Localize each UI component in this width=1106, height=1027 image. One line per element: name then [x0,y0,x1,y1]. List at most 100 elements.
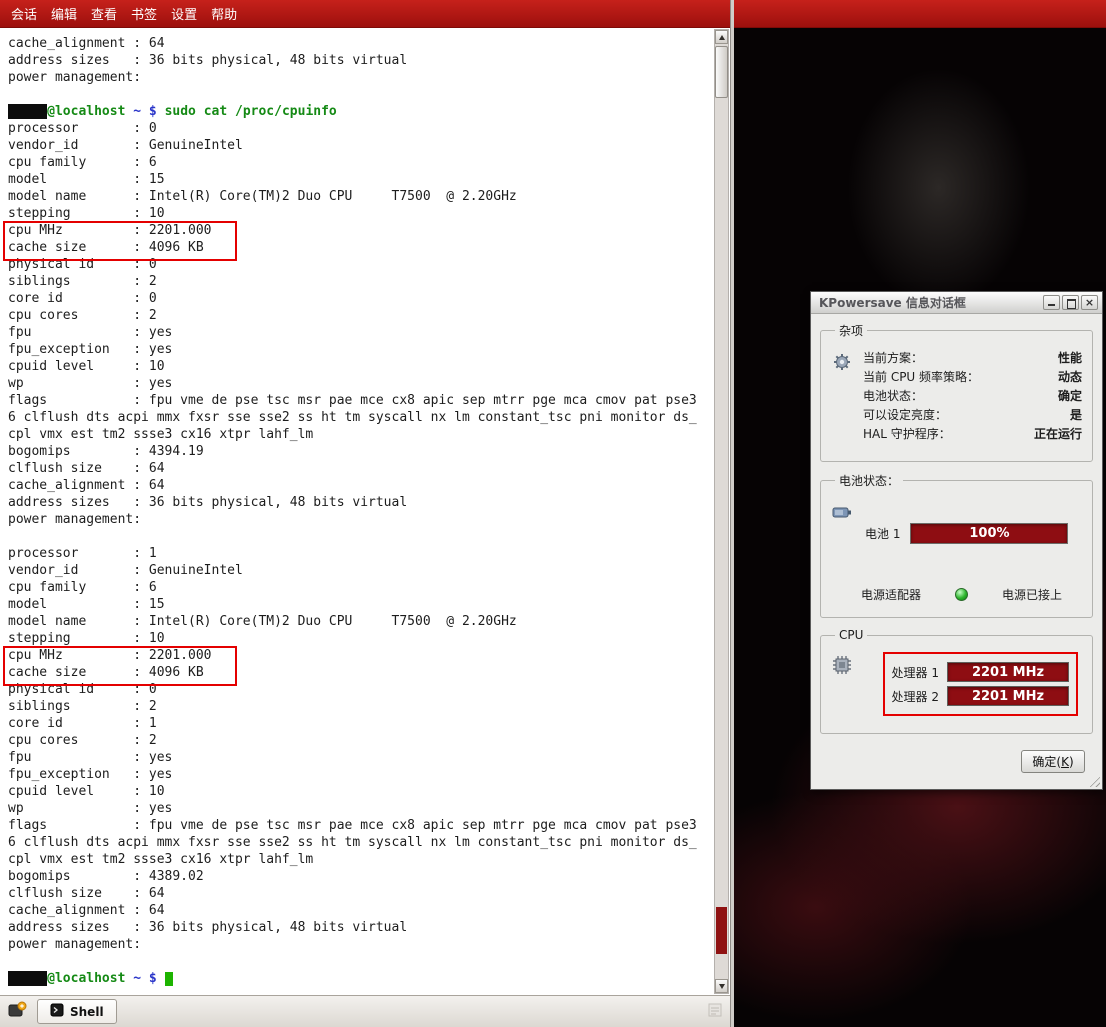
terminal-line: cpu MHz : 2201.000 [8,222,713,239]
misc-row-label: 当前 CPU 频率策略： [863,368,979,387]
terminal-line: cpl vmx est tm2 ssse3 cx16 xtpr lahf_lm [8,426,713,443]
misc-group: 杂项 当前方案：性能当前 CPU 频率策略：动态电池状态：确定可以设定亮度：是H… [820,322,1093,462]
prompt-segment: sudo cat /proc/cpuinfo [165,104,337,119]
misc-row-value: 正在运行 [1034,425,1082,444]
misc-row: HAL 守护程序： 正在运行 [863,425,1082,444]
minimize-button[interactable] [1043,295,1060,310]
terminal-line: stepping : 10 [8,205,713,222]
terminal-line: cache_alignment : 64 [8,35,713,52]
prompt-segment: ~ $ [125,971,164,986]
resize-grip[interactable] [1087,774,1100,787]
terminal-line: model : 15 [8,171,713,188]
cpu-frequency-bar: 2201 MHz [947,686,1069,706]
scroll-up-button[interactable] [715,30,728,44]
battery-label: 电池 1 [865,525,900,542]
terminal-line: 6 clflush dts acpi mmx fxsr sse sse2 ss … [8,834,713,851]
misc-row-value: 确定 [1058,387,1082,406]
scrollbar[interactable] [714,29,729,994]
tab-list-icon [707,1002,723,1022]
terminal-line: model : 15 [8,596,713,613]
terminal-line: cpu family : 6 [8,154,713,171]
misc-row-label: 电池状态： [863,387,923,406]
terminal-line: wp : yes [8,800,713,817]
terminal-line: cpuid level : 10 [8,783,713,800]
terminal-line: model name : Intel(R) Core(TM)2 Duo CPU … [8,188,713,205]
terminal-line: flags : fpu vme de pse tsc msr pae mce c… [8,392,713,409]
misc-row-label: HAL 守护程序： [863,425,951,444]
terminal-line: vendor_id : GenuineIntel [8,562,713,579]
dialog-body: 杂项 当前方案：性能当前 CPU 频率策略：动态电池状态：确定可以设定亮度：是H… [811,314,1102,789]
tab-list-button[interactable] [705,1002,725,1022]
terminal-line: bogomips : 4389.02 [8,868,713,885]
prompt-segment [8,104,47,119]
terminal-line: cache size : 4096 KB [8,664,713,681]
terminal-line: cpl vmx est tm2 ssse3 cx16 xtpr lahf_lm [8,851,713,868]
terminal-line: fpu_exception : yes [8,766,713,783]
menu-item[interactable]: 设置 [164,0,204,27]
terminal-line: cache_alignment : 64 [8,477,713,494]
terminal-line: siblings : 2 [8,698,713,715]
misc-row: 可以设定亮度：是 [863,406,1082,425]
battery-row: 电池 1 100% [865,523,1082,544]
menu-bar: 会话编辑查看书签设置帮助 [0,0,730,28]
cpu-frequency-bar: 2201 MHz [947,662,1069,682]
menu-item[interactable]: 编辑 [44,0,84,27]
battery-group-title: 电池状态： [835,472,903,489]
battery-progressbar: 100% [910,523,1068,544]
terminal-line: core id : 0 [8,290,713,307]
terminal-line: cpu cores : 2 [8,732,713,749]
close-button[interactable]: × [1081,295,1098,310]
cpu-group-title: CPU [835,628,867,642]
tab-shell[interactable]: Shell [37,999,117,1024]
adapter-row: 电源适配器 电源已接上 [861,586,1082,603]
cpu-row-label: 处理器 1 [892,664,939,681]
terminal-line: fpu : yes [8,324,713,341]
menu-item[interactable]: 会话 [4,0,44,27]
annotation-highlight-box: cpu MHz : 2201.000cache size : 4096 KB [8,222,713,256]
prompt-segment: @localhost [47,971,125,986]
prompt-segment: @localhost [47,104,125,119]
misc-rows: 当前方案：性能当前 CPU 频率策略：动态电池状态：确定可以设定亮度：是HAL … [863,349,1082,444]
menu-item[interactable]: 帮助 [204,0,244,27]
cpu-chip-icon [831,654,853,680]
dialog-title: KPowersave 信息对话框 [819,294,1041,311]
terminal-line: wp : yes [8,375,713,392]
adapter-status: 电源已接上 [1002,586,1062,603]
misc-row: 当前 CPU 频率策略：动态 [863,368,1082,387]
cpu-row: 处理器 2 2201 MHz [892,686,1069,706]
cpu-group: CPU 处理器 1 2201 MHz 处理器 2 2201 MHz [820,628,1093,734]
scroll-down-button[interactable] [715,979,728,993]
terminal-output[interactable]: cache_alignment : 64address sizes : 36 b… [2,29,713,994]
terminal-line: cache size : 4096 KB [8,239,713,256]
misc-row-value: 是 [1070,406,1082,425]
new-session-button[interactable] [5,1000,29,1024]
annotation-highlight-box: cpu MHz : 2201.000cache size : 4096 KB [8,647,713,681]
menu-item[interactable]: 书签 [124,0,164,27]
cpu-row: 处理器 1 2201 MHz [892,662,1069,682]
terminal-line: clflush size : 64 [8,885,713,902]
menu-item[interactable]: 查看 [84,0,124,27]
terminal-line: vendor_id : GenuineIntel [8,137,713,154]
dialog-titlebar[interactable]: KPowersave 信息对话框 × [811,292,1102,314]
scrollbar-thumb[interactable] [715,46,728,98]
terminal-line: power management: [8,936,713,953]
terminal-line: cpu cores : 2 [8,307,713,324]
terminal-line: @localhost ~ $ [8,970,713,987]
terminal-line: stepping : 10 [8,630,713,647]
terminal-line [8,86,713,103]
terminal-line: cache_alignment : 64 [8,902,713,919]
misc-group-title: 杂项 [835,322,867,339]
terminal-line [8,528,713,545]
terminal-line: clflush size : 64 [8,460,713,477]
terminal-line: processor : 1 [8,545,713,562]
tab-label: Shell [70,1005,104,1019]
video-window-titlebar[interactable] [734,0,1106,28]
battery-icon [831,501,853,527]
cpu-row-label: 处理器 2 [892,688,939,705]
terminal-line: power management: [8,511,713,528]
terminal-line: model name : Intel(R) Core(TM)2 Duo CPU … [8,613,713,630]
maximize-button[interactable] [1062,295,1079,310]
adapter-label: 电源适配器 [861,586,921,603]
ok-button[interactable]: 确定(K) [1021,750,1085,773]
terminal-line: 6 clflush dts acpi mmx fxsr sse sse2 ss … [8,409,713,426]
